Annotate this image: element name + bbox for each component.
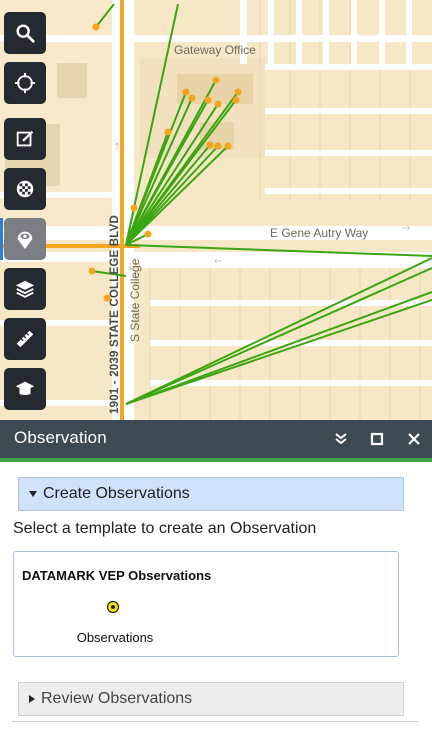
map-view[interactable]: ↑ ↓ ← → Gateway Office E Gene Autry Way … xyxy=(0,0,432,420)
layers-button[interactable] xyxy=(4,268,46,310)
divider xyxy=(12,721,418,722)
search-button[interactable] xyxy=(4,12,46,54)
map-label-state-college-blvd: 1901 - 2039 STATE COLLEGE BLVD xyxy=(109,215,121,414)
basemap-button[interactable] xyxy=(4,168,46,210)
measure-button[interactable] xyxy=(4,318,46,360)
double-chevron-down-icon xyxy=(335,433,347,445)
panel-body: Create Observations Select a template to… xyxy=(0,462,432,736)
crosshair-icon xyxy=(14,72,36,94)
edit-button[interactable] xyxy=(4,118,46,160)
observation-button[interactable] xyxy=(0,218,46,260)
edit-icon xyxy=(16,130,34,147)
observation-symbol-icon xyxy=(106,600,120,614)
cap-icon xyxy=(15,381,35,395)
collapse-button[interactable] xyxy=(330,428,352,450)
template-picker: DATAMARK VEP Observations Observations xyxy=(13,551,399,657)
maximize-icon xyxy=(370,432,384,446)
close-button[interactable] xyxy=(403,428,425,450)
basemap-icon xyxy=(16,180,34,198)
ruler-icon xyxy=(16,330,34,348)
caret-down-icon xyxy=(29,491,37,497)
layers-icon xyxy=(15,280,35,298)
eye-pin-icon xyxy=(17,231,33,250)
review-observations-label: Review Observations xyxy=(41,690,193,707)
locate-button[interactable] xyxy=(4,62,46,104)
template-instruction: Select a template to create an Observati… xyxy=(13,520,317,537)
svg-text:↑: ↑ xyxy=(113,142,121,153)
template-group-title: DATAMARK VEP Observations xyxy=(22,568,212,583)
template-item-label: Observations xyxy=(76,630,154,645)
map-canvas: ↑ ↓ ← → xyxy=(0,0,432,420)
create-observations-accordion[interactable]: Create Observations xyxy=(18,477,404,511)
create-observations-label: Create Observations xyxy=(43,485,190,502)
panel-header: Observation xyxy=(0,420,432,462)
search-icon xyxy=(16,24,35,43)
other-tool-button[interactable] xyxy=(4,368,46,410)
caret-right-icon xyxy=(29,695,35,703)
template-item-observations[interactable]: Observations xyxy=(60,600,170,650)
map-label-gene-autry: E Gene Autry Way xyxy=(270,226,369,240)
svg-text:→: → xyxy=(402,223,410,234)
review-observations-accordion[interactable]: Review Observations xyxy=(18,682,404,716)
maximize-button[interactable] xyxy=(366,428,388,450)
map-label-s-state-college: S State College xyxy=(128,258,142,342)
close-icon xyxy=(408,433,420,445)
map-label-gateway-office: Gateway Office xyxy=(174,43,256,57)
svg-text:←: ← xyxy=(214,256,222,267)
panel-title: Observation xyxy=(14,428,107,447)
